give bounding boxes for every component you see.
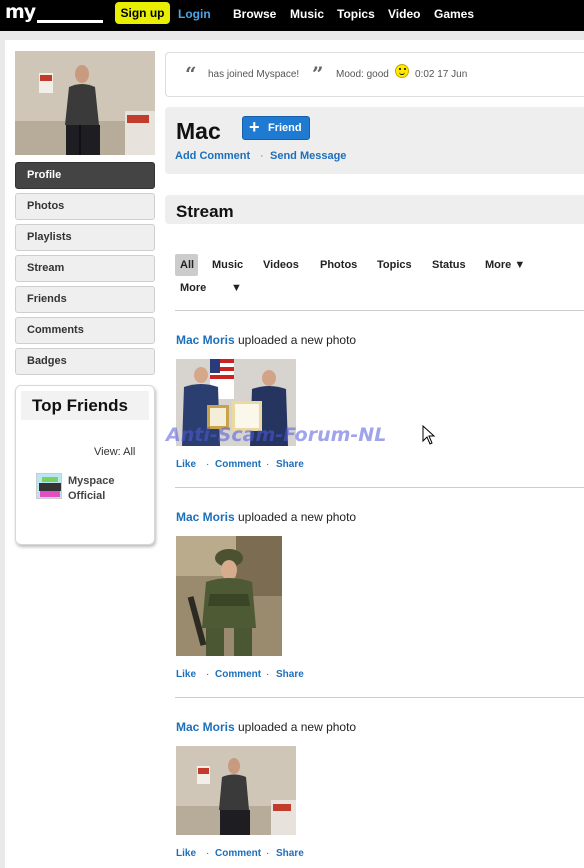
share-link[interactable]: Share: [276, 848, 304, 859]
add-friend-button[interactable]: + Friend: [242, 116, 310, 140]
separator-dot: ·: [206, 459, 210, 470]
watermark-text: Anti-Scam-Forum-NL: [166, 424, 387, 446]
send-message-link[interactable]: Send Message: [270, 150, 346, 162]
filter-photos[interactable]: Photos: [320, 259, 357, 271]
filter-videos[interactable]: Videos: [263, 259, 299, 271]
status-timestamp: 0:02 17 Jun: [415, 69, 468, 80]
separator-dot: ·: [266, 848, 270, 859]
like-link[interactable]: Like: [176, 459, 196, 470]
filter-status[interactable]: Status: [432, 259, 466, 271]
nav-browse[interactable]: Browse: [233, 7, 276, 21]
filter-all[interactable]: All: [180, 259, 194, 271]
post-photo[interactable]: [176, 536, 282, 656]
like-link[interactable]: Like: [176, 669, 196, 680]
post-action: uploaded a new photo: [238, 333, 357, 347]
sidebar-item-badges[interactable]: Badges: [15, 348, 155, 375]
top-friends-title: Top Friends: [21, 391, 149, 420]
sidebar-item-stream[interactable]: Stream: [15, 255, 155, 282]
add-comment-link[interactable]: Add Comment: [175, 150, 250, 162]
post-divider: [175, 697, 584, 698]
comment-link[interactable]: Comment: [215, 459, 261, 470]
post-action: uploaded a new photo: [238, 510, 357, 524]
post-author[interactable]: Mac Moris: [176, 333, 235, 347]
stream-divider: [175, 310, 584, 311]
sidebar-item-profile[interactable]: Profile: [15, 162, 155, 189]
share-link[interactable]: Share: [276, 459, 304, 470]
mouse-cursor-icon: [422, 425, 436, 445]
close-quote-icon: ”: [312, 62, 324, 86]
comment-link[interactable]: Comment: [215, 669, 261, 680]
nav-video[interactable]: Video: [388, 7, 420, 21]
smiley-icon: [395, 64, 409, 78]
filter-music[interactable]: Music: [212, 259, 243, 271]
friend-name[interactable]: Myspace Official: [68, 474, 128, 504]
post-author[interactable]: Mac Moris: [176, 720, 235, 734]
myspace-logo[interactable]: my: [5, 1, 36, 23]
post-action: uploaded a new photo: [238, 720, 357, 734]
comment-link[interactable]: Comment: [215, 848, 261, 859]
profile-name: Mac: [176, 118, 221, 144]
profile-photo[interactable]: [15, 51, 155, 155]
view-all-link[interactable]: View: All: [94, 446, 135, 458]
add-friend-label: Friend: [268, 122, 302, 134]
status-text: has joined Myspace!: [208, 69, 300, 80]
like-link[interactable]: Like: [176, 848, 196, 859]
separator-dot: ·: [266, 459, 270, 470]
sidebar-item-comments[interactable]: Comments: [15, 317, 155, 344]
logo-underline: [37, 20, 103, 23]
mood-label: Mood: good: [336, 69, 389, 80]
separator-dot: ·: [260, 150, 264, 162]
nav-games[interactable]: Games: [434, 7, 474, 21]
top-navigation-bar: my Sign up Login Browse Music Topics Vid…: [0, 0, 584, 31]
plus-icon: +: [249, 117, 260, 137]
profile-header: [165, 107, 584, 174]
sidebar-item-photos[interactable]: Photos: [15, 193, 155, 220]
open-quote-icon: “: [185, 62, 197, 86]
signup-button[interactable]: Sign up: [115, 2, 170, 24]
separator-dot: ·: [206, 669, 210, 680]
nav-topics[interactable]: Topics: [337, 7, 375, 21]
login-link[interactable]: Login: [178, 7, 211, 21]
chevron-down-icon[interactable]: ▼: [231, 282, 242, 294]
filter-more-second[interactable]: More: [180, 282, 206, 294]
separator-dot: ·: [266, 669, 270, 680]
stream-title: Stream: [176, 202, 234, 221]
sidebar-item-friends[interactable]: Friends: [15, 286, 155, 313]
filter-topics[interactable]: Topics: [377, 259, 412, 271]
post-photo[interactable]: [176, 746, 296, 835]
nav-music[interactable]: Music: [290, 7, 324, 21]
post-divider: [175, 487, 584, 488]
filter-more-dropdown[interactable]: More ▼: [485, 259, 525, 271]
friend-avatar[interactable]: [36, 473, 62, 499]
sidebar-item-playlists[interactable]: Playlists: [15, 224, 155, 251]
top-friends-panel: Top Friends View: All Myspace Official: [15, 385, 155, 545]
share-link[interactable]: Share: [276, 669, 304, 680]
post-author[interactable]: Mac Moris: [176, 510, 235, 524]
separator-dot: ·: [206, 848, 210, 859]
